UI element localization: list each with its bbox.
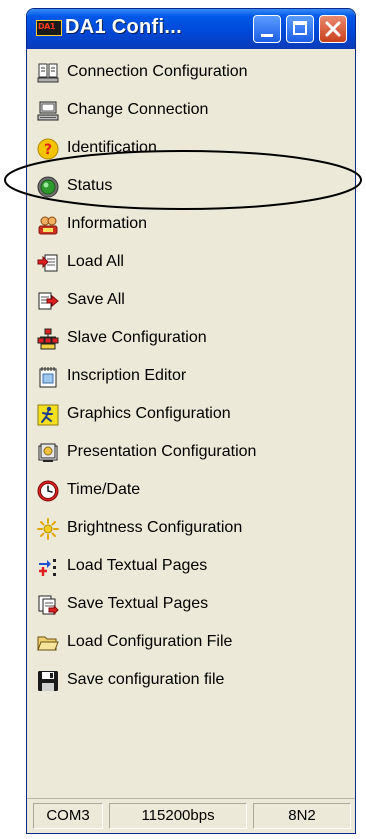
status-baud-rate: 115200bps bbox=[109, 803, 247, 829]
menu-item-status[interactable]: Status bbox=[27, 167, 355, 205]
menu-item-label: Load Configuration File bbox=[67, 633, 233, 650]
menu-item-label: Information bbox=[67, 215, 148, 232]
menu-item-save-configuration-file[interactable]: Save configuration file bbox=[27, 661, 355, 699]
help-icon: ? bbox=[37, 138, 59, 160]
menu-item-label: Status bbox=[67, 177, 113, 194]
menu-item-label: Identification bbox=[67, 139, 157, 156]
menu-item-label: Brightness Configuration bbox=[67, 519, 243, 536]
sun-icon bbox=[37, 518, 59, 540]
minimize-icon bbox=[261, 34, 273, 37]
menu-item-inscription-editor[interactable]: Inscription Editor bbox=[27, 357, 355, 395]
menu-item-save-all[interactable]: Save All bbox=[27, 281, 355, 319]
menu-item-label: Presentation Configuration bbox=[67, 443, 257, 460]
slave-config-icon bbox=[37, 328, 59, 350]
menu-item-label: Connection Configuration bbox=[67, 63, 248, 80]
app-icon-text: DA1 bbox=[38, 22, 55, 31]
status-port: COM3 bbox=[33, 803, 103, 829]
menu-item-label: Slave Configuration bbox=[67, 329, 207, 346]
window-title: DA1 Confi... bbox=[65, 16, 182, 38]
status-icon bbox=[37, 176, 59, 198]
load-all-icon bbox=[37, 254, 58, 272]
menu-item-load-textual-pages[interactable]: Load Textual Pages bbox=[27, 547, 355, 585]
menu-item-load-all[interactable]: Load All bbox=[27, 243, 355, 281]
menu-item-label: Load Textual Pages bbox=[67, 557, 208, 574]
menu-item-brightness-configuration[interactable]: Brightness Configuration bbox=[27, 509, 355, 547]
svg-text:?: ? bbox=[44, 142, 52, 158]
minimize-button[interactable] bbox=[253, 15, 281, 43]
menu-item-presentation-configuration[interactable]: Presentation Configuration bbox=[27, 433, 355, 471]
connection-config-icon bbox=[37, 63, 59, 83]
menu-item-graphics-configuration[interactable]: Graphics Configuration bbox=[27, 395, 355, 433]
load-textual-pages-icon bbox=[39, 559, 56, 576]
menu-item-label: Save configuration file bbox=[67, 671, 225, 688]
menu-item-identification[interactable]: ? Identification bbox=[27, 129, 355, 167]
folder-open-icon bbox=[37, 636, 59, 651]
menu-item-label: Save All bbox=[67, 291, 125, 308]
maximize-button[interactable] bbox=[286, 15, 314, 43]
menu-item-load-configuration-file[interactable]: Load Configuration File bbox=[27, 623, 355, 661]
information-icon bbox=[38, 216, 58, 235]
menu-item-label: Save Textual Pages bbox=[67, 595, 209, 612]
menu-item-save-textual-pages[interactable]: Save Textual Pages bbox=[27, 585, 355, 623]
computer-icon bbox=[37, 101, 59, 121]
status-data-format: 8N2 bbox=[253, 803, 351, 829]
presentation-config-icon bbox=[38, 443, 58, 462]
menu-item-slave-configuration[interactable]: Slave Configuration bbox=[27, 319, 355, 357]
menu-item-connection-configuration[interactable]: Connection Configuration bbox=[27, 53, 355, 91]
title-bar[interactable]: DA1 DA1 Confi... bbox=[27, 9, 355, 49]
status-bar: COM3 115200bps 8N2 bbox=[27, 798, 355, 833]
close-icon bbox=[325, 21, 341, 37]
close-button[interactable] bbox=[319, 15, 347, 43]
app-icon[interactable]: DA1 bbox=[36, 20, 62, 36]
save-all-icon bbox=[38, 292, 59, 310]
graphics-config-icon bbox=[37, 404, 59, 426]
clock-icon bbox=[37, 480, 59, 502]
app-window: DA1 DA1 Confi... Connection Configuratio… bbox=[26, 8, 356, 834]
menu-item-label: Graphics Configuration bbox=[67, 405, 231, 422]
menu-item-label: Change Connection bbox=[67, 101, 209, 118]
floppy-disk-icon bbox=[38, 671, 58, 691]
menu-item-label: Load All bbox=[67, 253, 124, 270]
menu-item-label: Inscription Editor bbox=[67, 367, 187, 384]
menu-item-time-date[interactable]: Time/Date bbox=[27, 471, 355, 509]
menu-item-label: Time/Date bbox=[67, 481, 141, 498]
maximize-icon bbox=[293, 21, 307, 35]
menu-item-information[interactable]: Information bbox=[27, 205, 355, 243]
menu-item-change-connection[interactable]: Change Connection bbox=[27, 91, 355, 129]
save-textual-pages-icon bbox=[38, 595, 59, 616]
inscription-editor-icon bbox=[39, 367, 57, 388]
